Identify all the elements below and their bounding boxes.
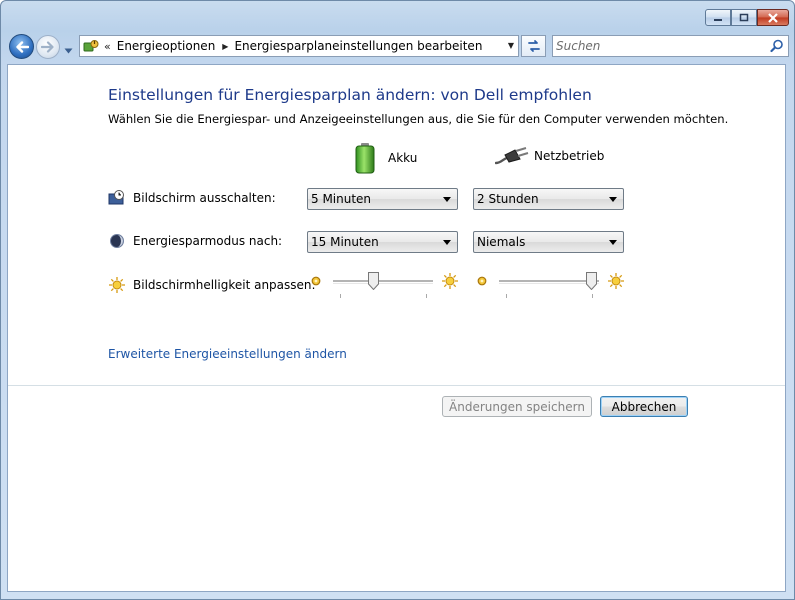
page-title: Einstellungen für Energiesparplan ändern…	[108, 86, 592, 104]
save-changes-button[interactable]: Änderungen speichern	[442, 396, 592, 417]
display-off-battery-select[interactable]: 5 Minuten	[307, 188, 458, 210]
minimize-button[interactable]	[705, 9, 731, 26]
moon-icon	[108, 232, 126, 250]
dropdown-arrow-icon	[609, 197, 617, 202]
row-label-display-off: Bildschirm ausschalten:	[133, 191, 276, 205]
column-header-battery: Akku	[354, 142, 417, 174]
forward-button[interactable]	[36, 35, 60, 59]
column-header-plugged: Netzbetrieb	[495, 146, 604, 166]
breadcrumb-edit-plan-settings[interactable]: Energiesparplaneinstellungen bearbeiten	[234, 39, 482, 53]
cancel-button[interactable]: Abbrechen	[600, 396, 688, 417]
address-dropdown-icon[interactable]: ▼	[508, 41, 514, 50]
close-button[interactable]	[757, 9, 789, 26]
slider-tick	[340, 294, 341, 298]
slider-tick	[592, 294, 593, 298]
search-input[interactable]	[556, 38, 756, 53]
monitor-clock-icon	[108, 189, 126, 207]
row-brightness: Bildschirmhelligkeit anpassen:	[108, 276, 316, 294]
brightness-plugged-slider[interactable]	[499, 272, 599, 300]
magnifier-icon[interactable]	[770, 39, 784, 53]
power-options-icon	[83, 40, 99, 52]
battery-icon	[355, 143, 375, 174]
minimize-icon	[714, 18, 722, 21]
row-label-sleep: Energiesparmodus nach:	[133, 234, 283, 248]
page-subtitle: Wählen Sie die Energiespar- und Anzeigee…	[108, 112, 729, 126]
slider-track	[333, 280, 433, 283]
slider-tick	[426, 294, 427, 298]
dropdown-arrow-icon	[443, 240, 451, 245]
column-label-battery: Akku	[388, 151, 418, 165]
sleep-battery-select[interactable]: 15 Minuten	[307, 231, 458, 253]
slider-track	[499, 280, 599, 283]
dropdown-arrow-icon	[609, 240, 617, 245]
breadcrumb-overflow[interactable]: «	[104, 40, 111, 53]
brightness-battery-slider[interactable]	[333, 272, 433, 300]
sun-small-icon	[311, 276, 321, 286]
caption-buttons	[705, 9, 789, 26]
display-off-battery-value: 5 Minuten	[311, 192, 372, 206]
row-display-off: Bildschirm ausschalten:	[108, 189, 276, 207]
refresh-button[interactable]	[521, 35, 546, 57]
display-off-plugged-value: 2 Stunden	[477, 192, 539, 206]
history-dropdown[interactable]	[64, 43, 73, 57]
breadcrumb-power-options[interactable]: Energieoptionen	[117, 39, 216, 53]
advanced-settings-link[interactable]: Erweiterte Energieeinstellungen ändern	[108, 347, 347, 361]
dropdown-arrow-icon	[443, 197, 451, 202]
sleep-battery-value: 15 Minuten	[311, 235, 379, 249]
row-label-brightness: Bildschirmhelligkeit anpassen:	[133, 278, 316, 292]
chevron-down-icon	[64, 48, 73, 54]
close-icon	[768, 12, 778, 23]
sleep-plugged-select[interactable]: Niemals	[473, 231, 624, 253]
footer-divider	[8, 385, 785, 386]
maximize-icon	[739, 13, 749, 22]
maximize-button[interactable]	[731, 9, 757, 26]
column-label-plugged: Netzbetrieb	[534, 149, 605, 163]
forward-arrow-icon	[41, 41, 54, 53]
sleep-plugged-value: Niemals	[477, 235, 526, 249]
display-off-plugged-select[interactable]: 2 Stunden	[473, 188, 624, 210]
sun-large-icon	[608, 273, 624, 289]
address-bar[interactable]: « Energieoptionen ▶ Energiesparplaneinst…	[79, 35, 519, 57]
back-arrow-icon	[15, 40, 29, 53]
refresh-icon	[527, 40, 540, 52]
sun-large-icon	[442, 273, 458, 289]
breadcrumb-arrow-icon[interactable]: ▶	[222, 42, 228, 51]
slider-thumb[interactable]	[586, 272, 597, 291]
plug-icon	[495, 147, 529, 165]
sun-small-icon	[477, 276, 487, 286]
row-sleep: Energiesparmodus nach:	[108, 232, 282, 250]
slider-thumb[interactable]	[368, 272, 380, 291]
slider-tick	[506, 294, 507, 298]
sun-icon	[108, 276, 126, 294]
back-button[interactable]	[9, 34, 34, 59]
search-box[interactable]	[552, 35, 789, 57]
